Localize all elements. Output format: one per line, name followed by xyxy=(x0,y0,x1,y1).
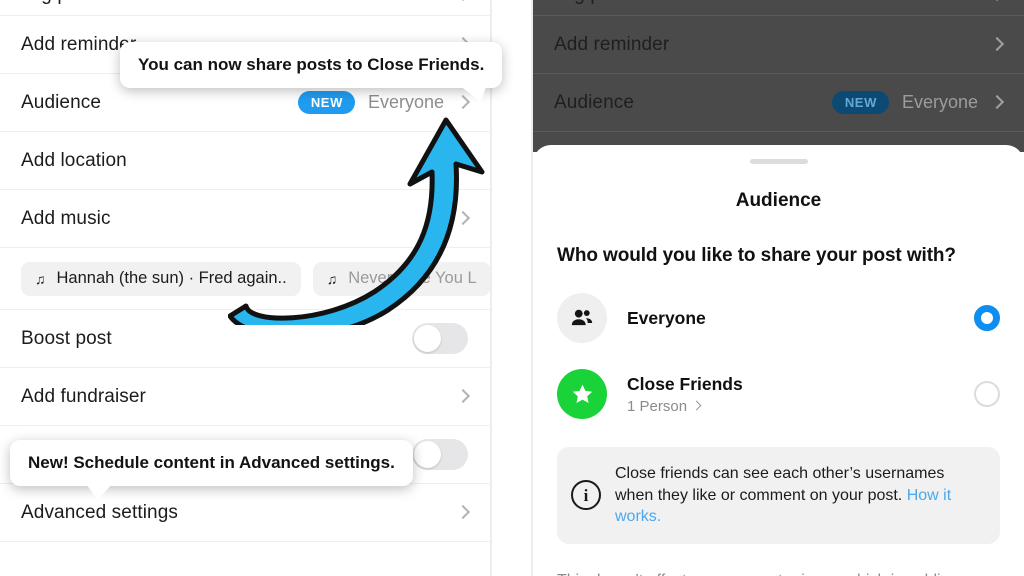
tooltip-text: You can now share posts to Close Friends… xyxy=(138,55,485,74)
panel-bottom-space xyxy=(0,542,490,576)
page-title: Audience xyxy=(735,190,822,211)
chevron-right-icon xyxy=(457,210,468,228)
row-label: Add fundraiser xyxy=(21,385,146,407)
dimmed-backdrop: Tag products Add reminder Audience NEW E… xyxy=(533,0,1024,152)
row-right xyxy=(991,0,1002,15)
tooltip-schedule: New! Schedule content in Advanced settin… xyxy=(10,440,413,500)
row-advanced-settings[interactable]: Advanced settings xyxy=(0,484,490,542)
screenshot-stage: Tag products Add reminder Audience NEW E… xyxy=(0,0,1024,576)
row-right xyxy=(457,0,468,15)
row-add-music[interactable]: Add music xyxy=(0,190,490,248)
chevron-right-icon xyxy=(457,388,468,406)
tooltip-text: New! Schedule content in Advanced settin… xyxy=(28,453,395,472)
row-right xyxy=(457,210,468,228)
option-title: Close Friends xyxy=(627,373,743,394)
music-chip-label: Hannah (the sun) · Fred again.. xyxy=(56,269,287,287)
row-label: Tag products xyxy=(554,0,664,6)
row-label: Boost post xyxy=(21,327,112,349)
chevron-right-icon xyxy=(457,504,468,522)
chevron-right-icon xyxy=(457,0,468,4)
audience-value: Everyone xyxy=(901,92,978,112)
option-everyone[interactable]: Everyone xyxy=(557,293,1000,343)
info-icon: i xyxy=(571,480,601,511)
info-banner: i Close friends can see each other’s use… xyxy=(557,447,1000,544)
row-add-reminder-dimmed: Add reminder xyxy=(533,16,1024,74)
radio-everyone[interactable] xyxy=(974,305,1000,331)
chevron-right-icon xyxy=(457,94,468,112)
chevron-right-icon xyxy=(991,94,1002,112)
row-right: NEW Everyone xyxy=(831,91,1002,114)
row-label: Add location xyxy=(21,149,127,171)
obscured-toggle[interactable] xyxy=(412,439,468,470)
music-chip[interactable]: ♫ Never Give You L xyxy=(312,261,490,296)
radio-close-friends[interactable] xyxy=(974,381,1000,407)
row-right xyxy=(991,36,1002,54)
row-right xyxy=(412,439,468,470)
chevron-right-icon xyxy=(991,0,1002,4)
music-note-icon: ♫ xyxy=(326,270,338,287)
music-chip[interactable]: ♫ Hannah (the sun) · Fred again.. xyxy=(21,261,301,296)
boost-post-toggle[interactable] xyxy=(412,323,468,354)
row-right xyxy=(412,323,468,354)
row-label: Audience xyxy=(554,91,635,113)
close-friends-count[interactable]: 1 Person xyxy=(627,398,743,415)
status-badge-new: NEW xyxy=(831,91,889,114)
music-chip-label: Never Give You L xyxy=(348,269,477,287)
chevron-right-icon xyxy=(991,36,1002,54)
info-banner-body: Close friends can see each other’s usern… xyxy=(615,465,945,504)
audience-value: Everyone xyxy=(367,92,444,112)
row-right: NEW Everyone xyxy=(297,91,468,114)
people-icon xyxy=(557,293,607,343)
row-audience-dimmed: Audience NEW Everyone xyxy=(533,74,1024,132)
row-label: Add reminder xyxy=(21,33,137,55)
row-label: Add music xyxy=(21,207,111,229)
right-panel-audience-sheet: Tag products Add reminder Audience NEW E… xyxy=(531,0,1024,576)
row-label: Add reminder xyxy=(554,33,670,55)
row-label: Audience xyxy=(21,91,102,113)
row-right xyxy=(457,388,468,406)
option-title: Everyone xyxy=(627,307,706,328)
row-tag-products-dimmed: Tag products xyxy=(533,0,1024,16)
row-add-fundraiser[interactable]: Add fundraiser xyxy=(0,368,490,426)
music-note-icon: ♫ xyxy=(35,270,46,287)
info-banner-text: Close friends can see each other’s usern… xyxy=(615,463,982,528)
music-suggestions: ♫ Hannah (the sun) · Fred again.. ♫ Neve… xyxy=(0,248,490,310)
row-boost-post[interactable]: Boost post xyxy=(0,310,490,368)
star-icon xyxy=(557,369,607,419)
row-tag-products[interactable]: Tag products xyxy=(0,0,490,16)
sheet-drag-handle[interactable] xyxy=(749,159,808,164)
row-label: Tag products xyxy=(21,0,131,6)
privacy-footnote: This doesn’t affect your account privacy… xyxy=(557,570,1000,576)
tooltip-close-friends: You can now share posts to Close Friends… xyxy=(120,42,503,102)
row-label: Advanced settings xyxy=(21,501,178,523)
option-text: Everyone xyxy=(627,308,706,329)
audience-bottom-sheet: Audience Who would you like to share you… xyxy=(533,145,1024,576)
status-badge-new: NEW xyxy=(297,91,355,114)
row-add-location[interactable]: Add location xyxy=(0,132,490,190)
chevron-right-icon xyxy=(693,400,700,412)
close-friends-count-label: 1 Person xyxy=(627,397,688,415)
option-text: Close Friends 1 Person xyxy=(627,374,743,415)
row-right xyxy=(457,504,468,522)
option-close-friends[interactable]: Close Friends 1 Person xyxy=(557,369,1000,419)
sheet-question: Who would you like to share your post wi… xyxy=(557,245,956,266)
